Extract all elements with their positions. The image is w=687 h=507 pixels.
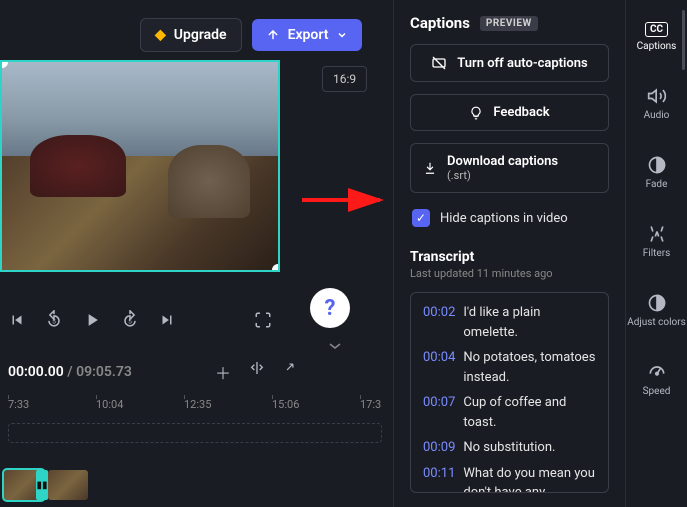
check-icon: ✓ (416, 211, 426, 225)
transcript-title: Transcript (410, 249, 609, 265)
transcript-text: Cup of coffee and toast. (463, 393, 596, 432)
annotation-arrow (300, 185, 390, 215)
transcript-text: What do you mean you don't have any toma… (463, 464, 596, 494)
transcript-text: I'd like a plain omelette. (463, 303, 596, 342)
transcript-list[interactable]: 00:02I'd like a plain omelette. 00:04No … (410, 292, 609, 493)
speed-icon (647, 362, 667, 382)
track-drop-zone[interactable] (8, 423, 382, 443)
fullscreen-icon[interactable] (254, 311, 272, 329)
sidebar-item-speed[interactable]: Speed (626, 356, 687, 403)
skip-end-icon[interactable] (158, 311, 176, 329)
timecode: 00:00.00 / 09:05.73 (8, 364, 132, 380)
feedback-button[interactable]: Feedback (410, 94, 609, 131)
playhead-indicator[interactable]: ▮▮ (36, 470, 48, 500)
cc-icon: CC (645, 22, 668, 37)
transcript-updated: Last updated 11 minutes ago (410, 267, 609, 280)
forward-5-icon[interactable]: 5 (120, 310, 140, 330)
sidebar-item-audio[interactable]: Audio (626, 80, 687, 127)
upgrade-label: Upgrade (174, 27, 227, 43)
timeline[interactable]: 7:33 10:04 12:35 15:06 17:3 (0, 394, 390, 451)
help-button[interactable]: ? (310, 288, 350, 328)
captions-panel: Captions PREVIEW Turn off auto-captions … (393, 0, 625, 507)
transcript-time[interactable]: 00:04 (423, 348, 455, 387)
hide-captions-label: Hide captions in video (440, 211, 568, 226)
chevron-down-icon (336, 29, 348, 41)
sidebar-item-captions[interactable]: CC Captions (626, 16, 687, 58)
sidebar-item-label: Filters (643, 248, 671, 259)
auto-off-label: Turn off auto-captions (457, 56, 587, 71)
turn-off-auto-captions-button[interactable]: Turn off auto-captions (410, 44, 609, 82)
download-sub: (.srt) (447, 169, 558, 182)
sidebar-item-filters[interactable]: Filters (626, 218, 687, 265)
preview-badge: PREVIEW (480, 16, 538, 31)
fade-icon (647, 155, 667, 175)
transcript-line: 00:02I'd like a plain omelette. (423, 303, 596, 342)
transcript-text: No substitution. (463, 438, 555, 458)
video-preview[interactable] (0, 60, 280, 272)
captions-off-icon (431, 55, 447, 71)
player-controls: 5 5 (0, 310, 280, 330)
svg-text:5: 5 (128, 317, 132, 325)
clip-thumb[interactable] (48, 470, 88, 500)
rewind-5-icon[interactable]: 5 (44, 310, 64, 330)
collapse-chevron-icon[interactable] (320, 340, 350, 352)
transcript-time[interactable]: 00:09 (423, 438, 455, 458)
right-sidebar: CC Captions Audio Fade Filters Adjust co… (625, 0, 687, 507)
hide-captions-checkbox[interactable]: ✓ (412, 209, 430, 227)
sidebar-item-label: Captions (637, 41, 677, 52)
upload-icon (266, 28, 280, 42)
download-icon (423, 161, 437, 175)
skip-start-icon[interactable] (8, 311, 26, 329)
svg-text:5: 5 (52, 317, 56, 325)
export-label: Export (288, 27, 329, 43)
lightbulb-icon (469, 106, 483, 120)
download-captions-button[interactable]: Download captions (.srt) (410, 143, 609, 193)
add-icon[interactable]: ＋ (215, 360, 231, 384)
transcript-line: 00:04No potatoes, tomatoes instead. (423, 348, 596, 387)
feedback-label: Feedback (493, 105, 549, 120)
play-icon[interactable] (82, 310, 102, 330)
aspect-ratio-button[interactable]: 16:9 (322, 66, 367, 92)
sidebar-item-label: Fade (646, 179, 668, 190)
resize-handle-br[interactable] (272, 264, 280, 272)
question-icon: ? (325, 296, 336, 321)
split-icon[interactable] (249, 360, 265, 384)
collapse-icon[interactable] (283, 360, 297, 384)
sidebar-item-label: Adjust colors (627, 317, 686, 328)
filters-icon (647, 224, 667, 244)
transcript-time[interactable]: 00:11 (423, 464, 455, 494)
transcript-time[interactable]: 00:07 (423, 393, 455, 432)
diamond-icon: ◆ (155, 27, 166, 43)
speaker-icon (647, 86, 667, 106)
clip-thumbnails[interactable]: ▮▮ (4, 470, 90, 500)
panel-title: Captions (410, 14, 470, 32)
sidebar-item-label: Speed (643, 386, 671, 397)
sidebar-item-fade[interactable]: Fade (626, 149, 687, 196)
download-label: Download captions (447, 154, 558, 169)
transcript-text: No potatoes, tomatoes instead. (463, 348, 596, 387)
timeline-ruler: 7:33 10:04 12:35 15:06 17:3 (0, 394, 390, 415)
hide-captions-row[interactable]: ✓ Hide captions in video (410, 205, 609, 231)
sidebar-item-adjust-colors[interactable]: Adjust colors (626, 287, 687, 334)
upgrade-button[interactable]: ◆ Upgrade (140, 18, 242, 52)
sidebar-item-label: Audio (644, 110, 670, 121)
transcript-line: 00:11 What do you mean you don't have any… (423, 464, 596, 494)
export-button[interactable]: Export (252, 19, 363, 51)
contrast-icon (647, 293, 667, 313)
transcript-line: 00:07Cup of coffee and toast. (423, 393, 596, 432)
transcript-time[interactable]: 00:02 (423, 303, 455, 342)
transcript-line: 00:09 No substitution. (423, 438, 596, 458)
resize-handle-tl[interactable] (0, 60, 8, 68)
